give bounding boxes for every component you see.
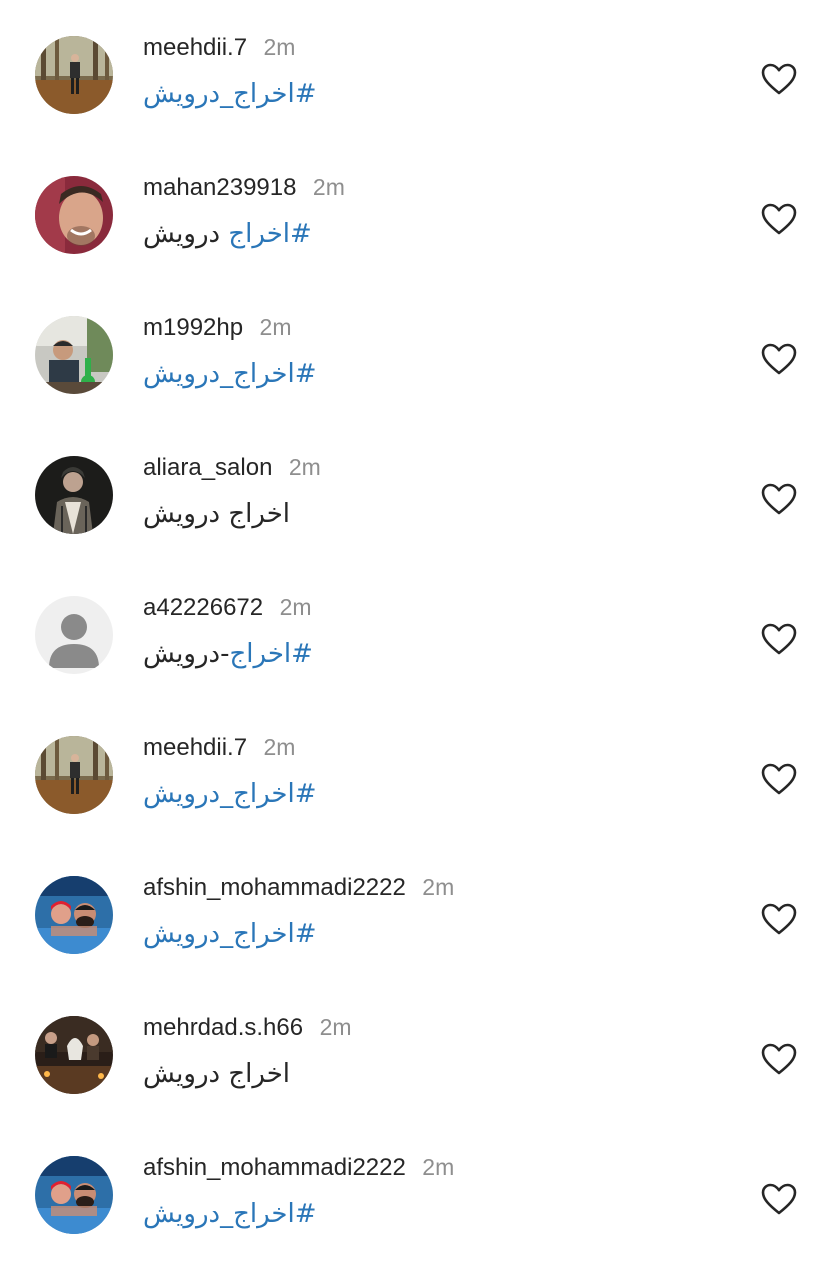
comment-username[interactable]: a42226672 xyxy=(143,594,263,621)
heart-outline-icon xyxy=(760,62,798,96)
comment-hashtag[interactable]: #اخراج xyxy=(228,219,311,249)
heart-outline-icon xyxy=(760,202,798,236)
comment-text: #اخراج_درویش xyxy=(143,356,317,392)
comment-header: m1992hp 2m xyxy=(143,312,291,346)
comment-timestamp: 2m xyxy=(263,734,296,760)
comment-body: -درویش xyxy=(143,639,230,669)
comment-list: meehdii.7 2m #اخراج_درویش mahan239918 2m… xyxy=(0,0,840,1280)
avatar[interactable] xyxy=(35,1016,113,1094)
avatar[interactable] xyxy=(35,876,113,954)
like-button[interactable] xyxy=(760,482,798,516)
comment-body: اخراج درویش xyxy=(143,1059,290,1089)
comment-item: mehrdad.s.h66 2m اخراج درویش xyxy=(0,980,840,1120)
avatar[interactable] xyxy=(35,736,113,814)
like-button[interactable] xyxy=(760,202,798,236)
comment-text: اخراج درویش xyxy=(143,1056,290,1092)
heart-outline-icon xyxy=(760,622,798,656)
heart-outline-icon xyxy=(760,342,798,376)
comment-username[interactable]: mahan239918 xyxy=(143,174,296,201)
comment-hashtag[interactable]: #اخراج_درویش xyxy=(143,79,317,109)
comment-text: اخراج درویش xyxy=(143,496,290,532)
avatar[interactable] xyxy=(35,176,113,254)
comment-header: a42226672 2m xyxy=(143,592,312,626)
comment-text: #اخراج_درویش xyxy=(143,1196,317,1232)
avatar[interactable] xyxy=(35,36,113,114)
comment-item: mahan239918 2m #اخراج درویش xyxy=(0,140,840,280)
like-button[interactable] xyxy=(760,1182,798,1216)
comment-text: #اخراج درویش xyxy=(143,216,312,252)
comment-body: درویش xyxy=(143,219,229,249)
avatar[interactable] xyxy=(35,596,113,674)
heart-outline-icon xyxy=(760,1182,798,1216)
avatar[interactable] xyxy=(35,456,113,534)
comment-timestamp: 2m xyxy=(288,454,321,480)
comment-username[interactable]: aliara_salon xyxy=(143,454,272,481)
comment-timestamp: 2m xyxy=(263,34,296,60)
comment-username[interactable]: m1992hp xyxy=(143,314,243,341)
comment-header: meehdii.7 2m xyxy=(143,32,295,66)
like-button[interactable] xyxy=(760,902,798,936)
like-button[interactable] xyxy=(760,1042,798,1076)
comment-username[interactable]: meehdii.7 xyxy=(143,34,247,61)
comment-timestamp: 2m xyxy=(422,874,455,900)
heart-outline-icon xyxy=(760,902,798,936)
comment-username[interactable]: meehdii.7 xyxy=(143,734,247,761)
comment-item: afshin_mohammadi2222 2m #اخراج_درویش xyxy=(0,840,840,980)
comment-header: aliara_salon 2m xyxy=(143,452,321,486)
like-button[interactable] xyxy=(760,762,798,796)
comment-username[interactable]: afshin_mohammadi2222 xyxy=(143,1154,406,1181)
comment-item: afshin_mohammadi2222 2m #اخراج_درویش xyxy=(0,1120,840,1260)
comment-body: اخراج درویش xyxy=(143,499,290,529)
comment-header: afshin_mohammadi2222 2m xyxy=(143,1152,454,1186)
comment-username[interactable]: mehrdad.s.h66 xyxy=(143,1014,303,1041)
comment-text: #اخراج_درویش xyxy=(143,76,317,112)
comment-timestamp: 2m xyxy=(422,1154,455,1180)
like-button[interactable] xyxy=(760,342,798,376)
comment-hashtag[interactable]: #اخراج_درویش xyxy=(143,359,317,389)
comment-header: mahan239918 2m xyxy=(143,172,345,206)
comment-text: #اخراج_درویش xyxy=(143,776,317,812)
like-button[interactable] xyxy=(760,62,798,96)
heart-outline-icon xyxy=(760,1042,798,1076)
comment-timestamp: 2m xyxy=(312,174,345,200)
comment-header: meehdii.7 2m xyxy=(143,732,295,766)
comment-hashtag[interactable]: #اخراج xyxy=(229,639,312,669)
comment-item: meehdii.7 2m #اخراج_درویش xyxy=(0,700,840,840)
comment-item: meehdii.7 2m #اخراج_درویش xyxy=(0,0,840,140)
comment-timestamp: 2m xyxy=(319,1014,352,1040)
comment-text: #اخراج-درویش xyxy=(143,636,313,672)
comment-item: aliara_salon 2m اخراج درویش xyxy=(0,420,840,560)
heart-outline-icon xyxy=(760,762,798,796)
comment-username[interactable]: afshin_mohammadi2222 xyxy=(143,874,406,901)
avatar[interactable] xyxy=(35,1156,113,1234)
avatar[interactable] xyxy=(35,316,113,394)
comment-item: a42226672 2m #اخراج-درویش xyxy=(0,560,840,700)
comment-timestamp: 2m xyxy=(259,314,292,340)
comment-header: mehrdad.s.h66 2m xyxy=(143,1012,352,1046)
like-button[interactable] xyxy=(760,622,798,656)
heart-outline-icon xyxy=(760,482,798,516)
comment-timestamp: 2m xyxy=(279,594,312,620)
comment-hashtag[interactable]: #اخراج_درویش xyxy=(143,779,317,809)
comment-item: m1992hp 2m #اخراج_درویش xyxy=(0,280,840,420)
comment-hashtag[interactable]: #اخراج_درویش xyxy=(143,1199,317,1229)
comment-header: afshin_mohammadi2222 2m xyxy=(143,872,454,906)
comment-hashtag[interactable]: #اخراج_درویش xyxy=(143,919,317,949)
comment-text: #اخراج_درویش xyxy=(143,916,317,952)
